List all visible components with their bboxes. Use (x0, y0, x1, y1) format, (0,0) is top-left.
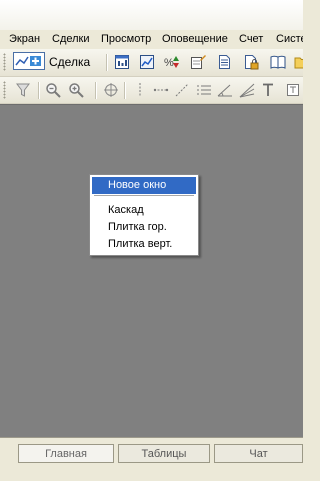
menu-item-cascade[interactable]: Каскад (92, 202, 196, 219)
menu-item-new-window[interactable]: Новое окно (92, 177, 196, 194)
zoom-out-icon (46, 83, 61, 98)
svg-text:%: % (164, 57, 174, 69)
label-icon (287, 84, 299, 96)
horizontal-line-button[interactable] (151, 80, 171, 100)
document-icon (219, 55, 230, 69)
filter-button[interactable] (13, 80, 33, 100)
angle-line-icon (217, 84, 232, 97)
angle-line-button[interactable] (215, 80, 235, 100)
menu-separator (94, 195, 194, 196)
zoom-in-button[interactable] (66, 80, 86, 100)
lock-document-button[interactable] (241, 52, 261, 72)
menu-deals[interactable]: Сделки (52, 33, 90, 46)
percent-arrow-icon: % (164, 56, 179, 69)
toolbar-separator (38, 82, 39, 99)
new-deal-button[interactable]: Сделка (13, 51, 99, 73)
zoom-out-button[interactable] (43, 80, 63, 100)
vertical-line-button[interactable] (130, 80, 150, 100)
tab-main[interactable]: Главная (18, 444, 114, 463)
menu-item-tile-vertical[interactable]: Плитка верт. (92, 236, 196, 253)
label-button[interactable] (283, 80, 303, 100)
note-edit-icon (191, 55, 206, 69)
fan-icon (239, 83, 255, 98)
book-button[interactable] (268, 52, 288, 72)
new-deal-label: Сделка (49, 55, 91, 69)
lock-document-icon (245, 55, 259, 70)
toolbar-grip[interactable] (3, 53, 6, 71)
tab-chat[interactable]: Чат (214, 444, 303, 463)
note-edit-button[interactable] (188, 52, 208, 72)
text-button[interactable] (258, 80, 278, 100)
menu-account[interactable]: Счет (239, 33, 263, 46)
line-chart-icon (140, 55, 154, 69)
toolbar-separator (106, 54, 107, 71)
toolbar-separator (95, 82, 96, 99)
trend-line-button[interactable] (172, 80, 192, 100)
chart-window-icon (115, 55, 129, 69)
vertical-line-icon (139, 83, 141, 97)
toolbar-grip[interactable] (3, 81, 6, 99)
drawing-toolbar (0, 77, 303, 104)
horizontal-line-icon (153, 88, 169, 92)
crosshair-icon (104, 83, 118, 97)
zoom-in-icon (69, 83, 84, 98)
main-toolbar: Сделка % (0, 49, 303, 77)
menu-item-tile-horizontal[interactable]: Плитка гор. (92, 219, 196, 236)
folder-icon (294, 57, 303, 69)
percent-arrow-button[interactable]: % (162, 52, 182, 72)
document-button[interactable] (214, 52, 234, 72)
window-context-menu: Новое окно Каскад Плитка гор. Плитка вер… (89, 174, 199, 256)
mdi-workspace[interactable] (0, 104, 303, 438)
tab-tables[interactable]: Таблицы (118, 444, 210, 463)
chart-window-button[interactable] (112, 52, 132, 72)
folder-button[interactable] (292, 52, 303, 72)
menu-bar: Экран Сделки Просмотр Оповещение Счет Си… (0, 30, 303, 48)
fan-button[interactable] (237, 80, 257, 100)
channels-icon (197, 85, 211, 95)
menu-view[interactable]: Просмотр (101, 33, 151, 46)
deal-icon (13, 51, 45, 73)
crosshair-button[interactable] (101, 80, 121, 100)
book-icon (270, 55, 286, 69)
line-chart-button[interactable] (137, 52, 157, 72)
text-icon (263, 83, 273, 96)
channels-button[interactable] (194, 80, 214, 100)
filter-icon (16, 83, 30, 97)
trend-line-icon (175, 83, 189, 97)
window-title-bar (0, 0, 303, 31)
menu-alerts[interactable]: Оповещение (162, 33, 228, 46)
bottom-tab-bar: Главная Таблицы Чат (0, 437, 303, 481)
menu-screen[interactable]: Экран (9, 33, 40, 46)
toolbar-separator (124, 82, 125, 99)
menu-system[interactable]: Систе (276, 33, 303, 46)
